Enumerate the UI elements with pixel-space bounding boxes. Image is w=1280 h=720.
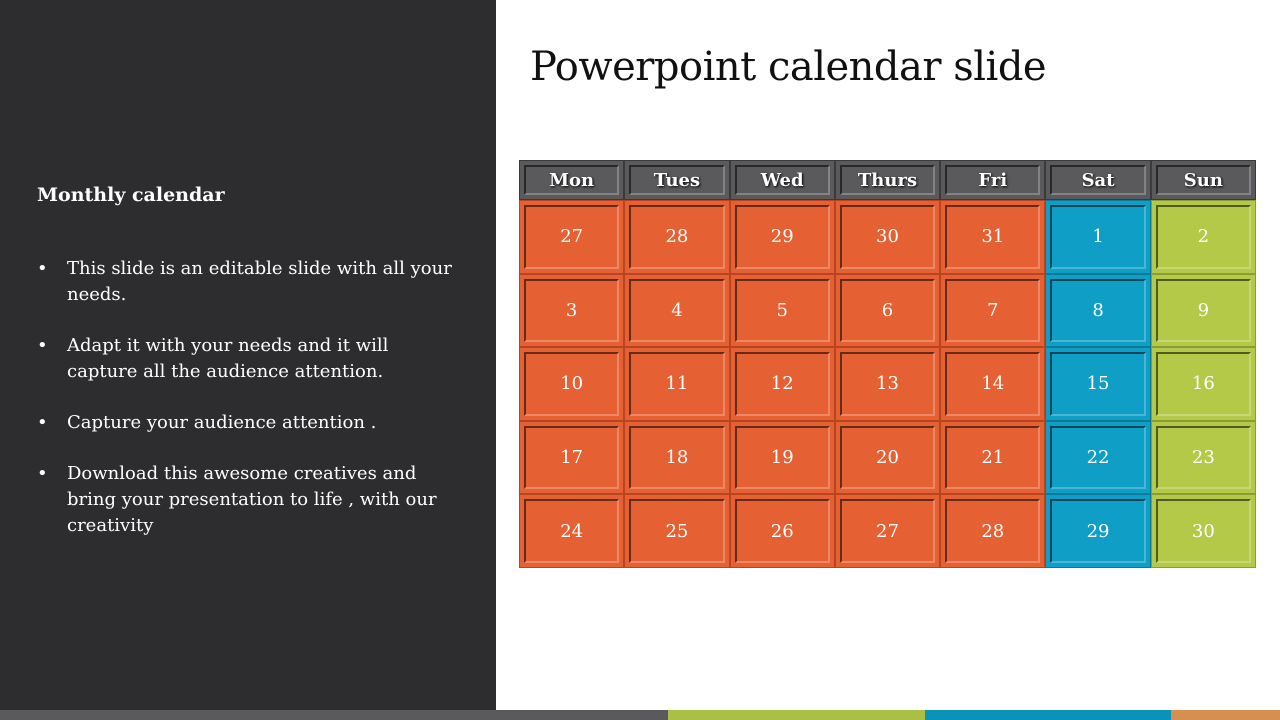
date-cell: 3	[519, 273, 625, 348]
date-cell: 5	[729, 273, 835, 348]
bullet-item: • Capture your audience attention .	[37, 410, 457, 436]
date-cell: 4	[624, 273, 730, 348]
footer-stripe-blue	[925, 710, 1171, 720]
day-header-sun: Sun	[1150, 160, 1256, 200]
day-header-sat: Sat	[1045, 160, 1151, 200]
bullet-icon: •	[37, 463, 48, 484]
day-header-fri: Fri	[940, 160, 1046, 200]
bullet-text: This slide is an editable slide with all…	[67, 258, 452, 305]
date-cell: 20	[834, 420, 941, 495]
date-cell: 13	[834, 347, 941, 421]
day-header-tues: Tues	[624, 160, 730, 200]
bullet-list: • This slide is an editable slide with al…	[37, 256, 457, 564]
date-cell: 9	[1150, 273, 1256, 348]
date-cell: 6	[834, 273, 941, 348]
date-cell: 29	[1045, 494, 1151, 568]
date-cell: 30	[834, 200, 941, 274]
day-header-mon: Mon	[519, 160, 625, 200]
date-cell: 26	[729, 494, 835, 568]
calendar-grid: Mon Tues Wed Thurs Fri Sat Sun 27 28 29 30 31 1 2 3 4 5 6…	[519, 160, 1256, 568]
bullet-text: Capture your audience attention .	[67, 412, 377, 433]
date-cell: 30	[1150, 494, 1256, 568]
slide-title: Powerpoint calendar slide	[530, 44, 1047, 90]
date-cell: 14	[940, 347, 1046, 421]
date-cell: 17	[519, 420, 625, 495]
footer-stripe-green	[668, 710, 925, 720]
date-cell: 28	[624, 200, 730, 274]
date-cell: 8	[1045, 273, 1151, 348]
bullet-icon: •	[37, 412, 48, 433]
date-cell: 28	[940, 494, 1046, 568]
bullet-text: Download this awesome creatives and brin…	[67, 463, 437, 536]
day-header-wed: Wed	[729, 160, 835, 200]
date-cell: 24	[519, 494, 625, 568]
date-cell: 23	[1150, 420, 1256, 495]
bullet-icon: •	[37, 335, 48, 356]
footer-stripe-gray	[0, 710, 668, 720]
date-cell: 12	[729, 347, 835, 421]
date-cell: 21	[940, 420, 1046, 495]
date-cell: 1	[1045, 200, 1151, 274]
date-cell: 16	[1150, 347, 1256, 421]
left-panel: Monthly calendar • This slide is an edita…	[0, 0, 496, 710]
bullet-item: • Download this awesome creatives and bri…	[37, 461, 457, 539]
section-subtitle: Monthly calendar	[37, 184, 225, 206]
date-cell: 31	[940, 200, 1046, 274]
day-header-thurs: Thurs	[834, 160, 941, 200]
date-cell: 2	[1150, 200, 1256, 274]
date-cell: 22	[1045, 420, 1151, 495]
date-cell: 18	[624, 420, 730, 495]
date-cell: 27	[834, 494, 941, 568]
date-cell: 15	[1045, 347, 1151, 421]
bullet-item: • Adapt it with your needs and it will ca…	[37, 333, 457, 385]
bullet-icon: •	[37, 258, 48, 279]
bullet-item: • This slide is an editable slide with al…	[37, 256, 457, 308]
date-cell: 25	[624, 494, 730, 568]
date-cell: 19	[729, 420, 835, 495]
date-cell: 11	[624, 347, 730, 421]
date-cell: 10	[519, 347, 625, 421]
date-cell: 7	[940, 273, 1046, 348]
date-cell: 29	[729, 200, 835, 274]
bullet-text: Adapt it with your needs and it will cap…	[67, 335, 389, 382]
footer-stripe-orange	[1171, 710, 1280, 720]
date-cell: 27	[519, 200, 625, 274]
